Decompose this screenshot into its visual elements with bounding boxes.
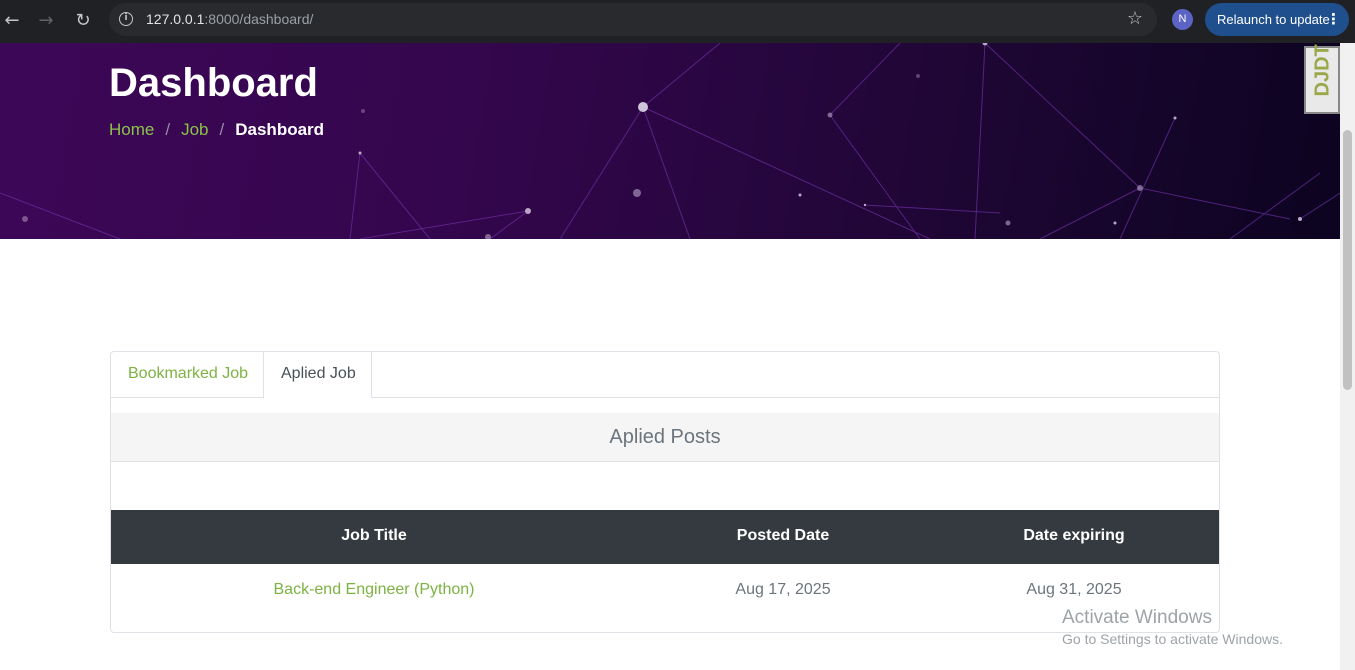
back-arrow-icon[interactable]: ← xyxy=(0,9,24,33)
relaunch-button[interactable]: Relaunch to update ⋮ xyxy=(1205,3,1349,36)
forward-arrow-icon[interactable]: → xyxy=(34,9,58,33)
bookmark-star-icon[interactable]: ☆ xyxy=(1127,8,1143,29)
hero-banner: Dashboard Home / Job / Dashboard DJDT xyxy=(0,43,1340,239)
breadcrumb-home-link[interactable]: Home xyxy=(109,120,154,139)
breadcrumb-separator: / xyxy=(165,120,171,139)
tab-applied-job[interactable]: Aplied Job xyxy=(263,352,372,398)
url-text[interactable]: 127.0.0.1:8000/dashboard/ xyxy=(146,11,313,27)
column-header-job-title: Job Title xyxy=(341,527,407,544)
debug-toolbar-label: DJDT xyxy=(1311,44,1334,97)
jobs-card: Bookmarked Job Aplied Job Aplied Posts J… xyxy=(110,351,1220,633)
breadcrumb: Home / Job / Dashboard xyxy=(109,120,324,140)
breadcrumb-separator: / xyxy=(219,120,225,139)
scrollbar-thumb[interactable] xyxy=(1343,130,1352,390)
kebab-menu-icon[interactable]: ⋮ xyxy=(1326,3,1341,36)
tab-bar: Bookmarked Job Aplied Job xyxy=(111,352,1219,398)
tab-bookmarked-job[interactable]: Bookmarked Job xyxy=(111,352,265,398)
profile-avatar[interactable]: N xyxy=(1172,9,1193,30)
reload-icon[interactable]: ↻ xyxy=(71,9,95,33)
table-header: Job Title Posted Date Date expiring xyxy=(111,510,1219,564)
watermark-title: Activate Windows xyxy=(1062,607,1212,628)
watermark-subtitle: Go to Settings to activate Windows. xyxy=(1062,631,1283,647)
breadcrumb-job-link[interactable]: Job xyxy=(181,120,208,139)
page-title: Dashboard xyxy=(109,61,318,105)
debug-toolbar-toggle[interactable]: DJDT xyxy=(1304,44,1340,114)
address-bar[interactable]: i 127.0.0.1:8000/dashboard/ ☆ xyxy=(109,3,1157,36)
site-info-icon[interactable]: i xyxy=(119,12,133,26)
posted-date: Aug 17, 2025 xyxy=(735,581,831,598)
activate-windows-watermark: Activate Windows Go to Settings to activ… xyxy=(1062,607,1283,647)
job-title-link[interactable]: Back-end Engineer (Python) xyxy=(111,565,637,615)
section-title: Aplied Posts xyxy=(111,413,1219,462)
column-header-posted-date: Posted Date xyxy=(736,527,830,544)
table-row: Back-end Engineer (Python) Aug 17, 2025 … xyxy=(111,565,1219,615)
column-header-date-expiring: Date expiring xyxy=(1023,527,1125,544)
breadcrumb-current: Dashboard xyxy=(235,120,325,139)
browser-toolbar: ← → ↻ i 127.0.0.1:8000/dashboard/ ☆ N Re… xyxy=(0,0,1355,43)
